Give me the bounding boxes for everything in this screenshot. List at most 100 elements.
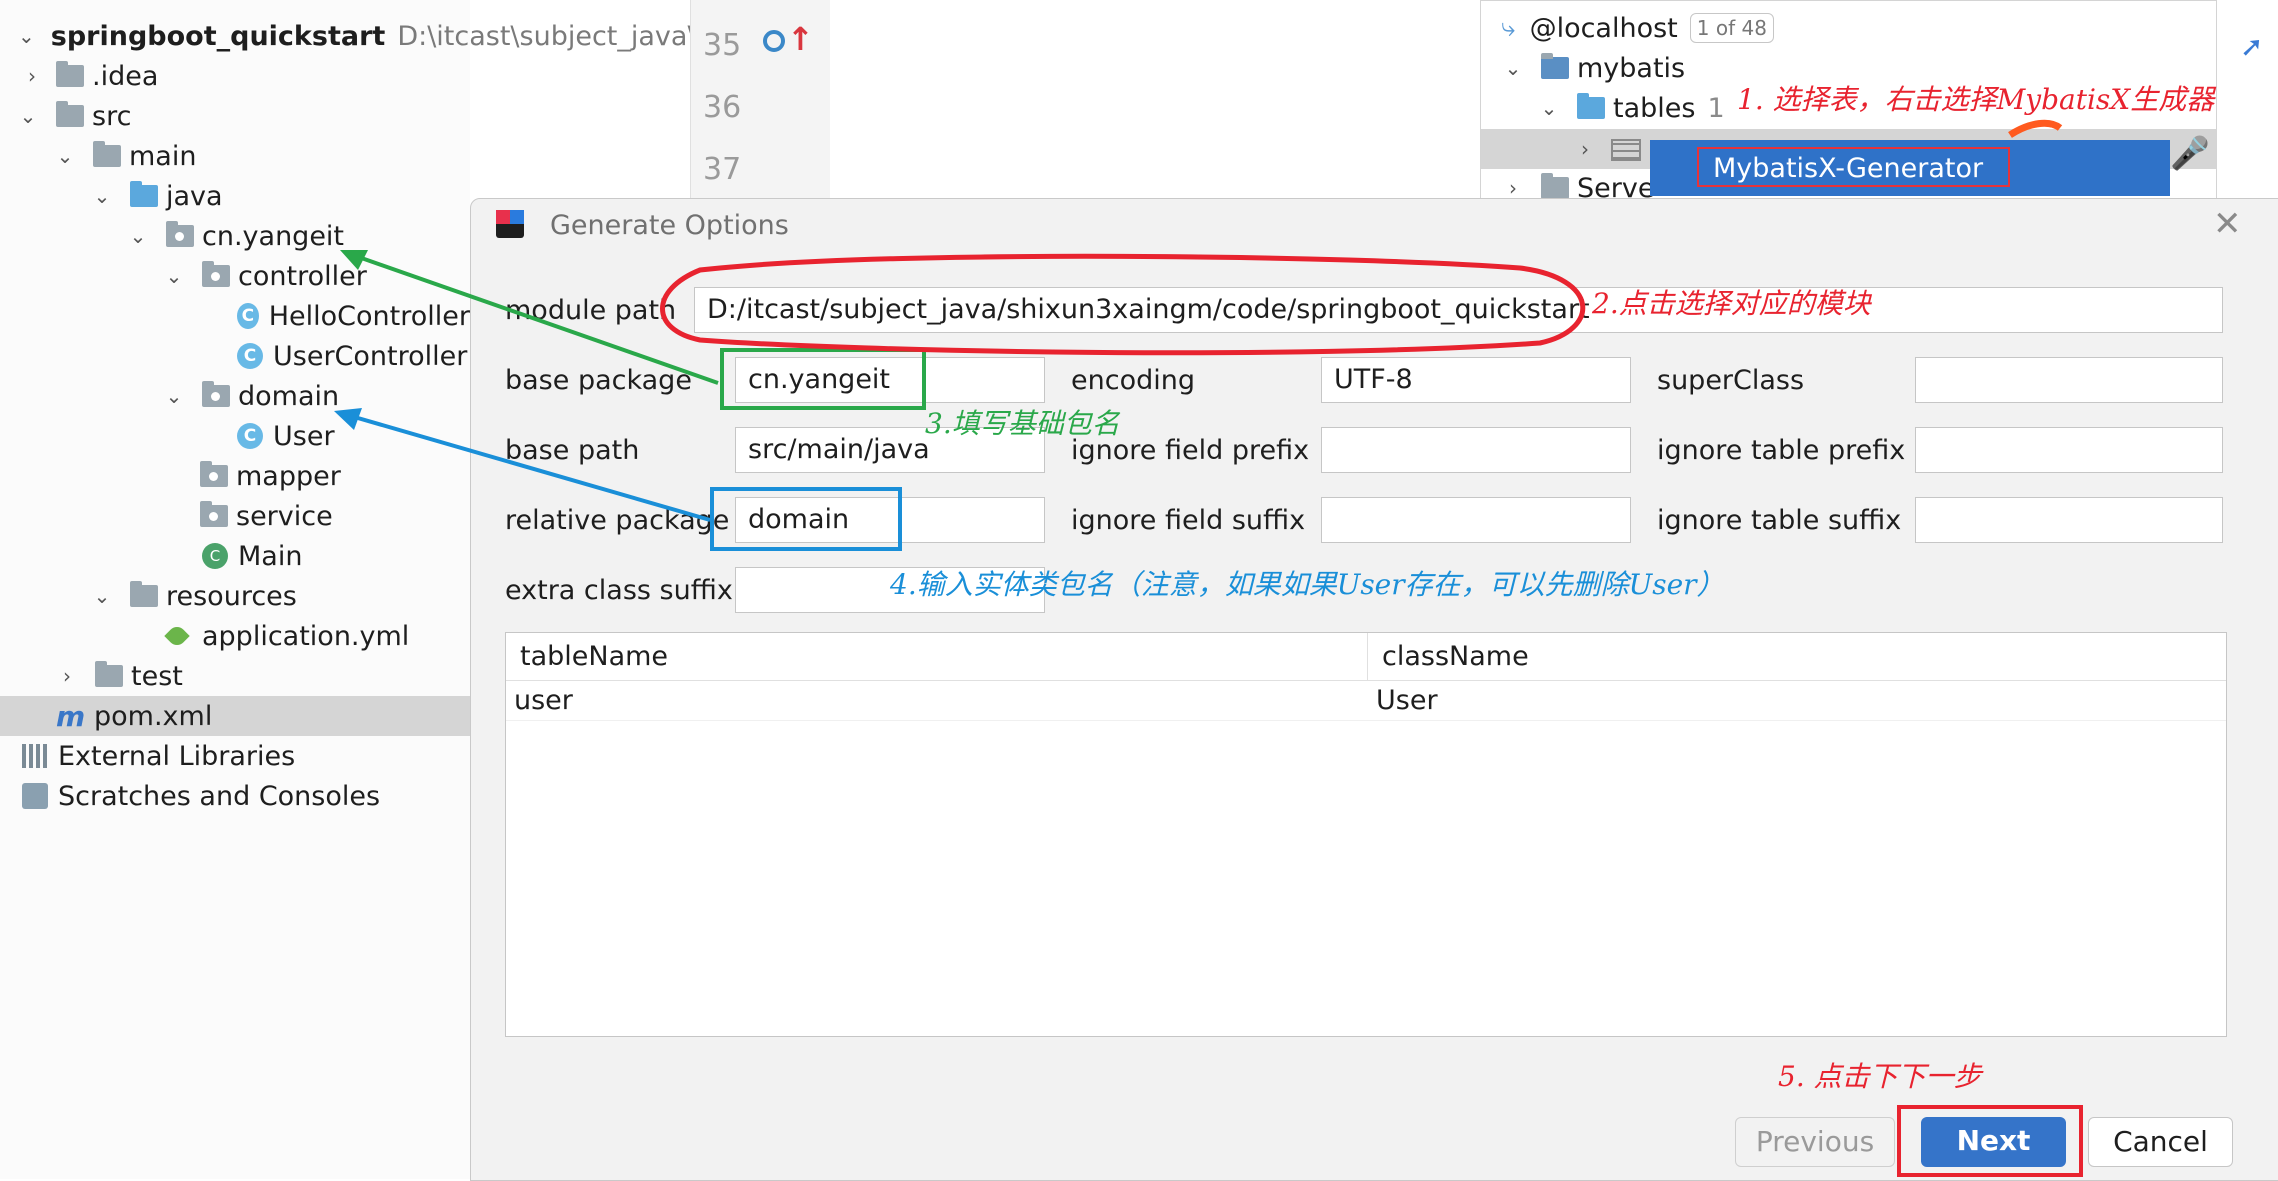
tree-item-controller[interactable]: ⌄ controller (0, 256, 470, 296)
tree-item-test[interactable]: › test (0, 656, 470, 696)
table-icon (1611, 139, 1641, 161)
class-icon: C (237, 343, 263, 369)
tree-item-idea[interactable]: › .idea (0, 56, 470, 96)
tree-item-resources[interactable]: ⌄ resources (0, 576, 470, 616)
table-mapping-grid[interactable]: tableName className user User (505, 632, 2227, 1037)
tree-item-cn-yangeit[interactable]: ⌄ cn.yangeit (0, 216, 470, 256)
tree-item-service[interactable]: service (0, 496, 470, 536)
relative-package-highlight-box (710, 487, 902, 551)
ignore-field-suffix-field[interactable] (1321, 497, 1631, 543)
cancel-button[interactable]: Cancel (2088, 1117, 2233, 1167)
tree-item-domain[interactable]: ⌄ domain (0, 376, 470, 416)
tree-item-label: main (129, 140, 197, 172)
db-host-row[interactable]: ⤷ @localhost 1 of 48 (1501, 9, 1774, 47)
tree-item-label: service (236, 500, 333, 532)
tree-item-main[interactable]: ⌄ main (0, 136, 470, 176)
library-icon (22, 744, 48, 768)
annotation-step4: 4.输入实体类包名（注意，如果如果User存在，可以先删除User） (890, 568, 1725, 601)
tree-item-label: Scratches and Consoles (58, 780, 381, 812)
microphone-icon[interactable]: 🎤 (2170, 134, 2210, 172)
db-schema-label: mybatis (1577, 52, 1686, 84)
implements-gutter-icon[interactable] (763, 30, 785, 52)
encoding-field[interactable]: UTF-8 (1321, 357, 1631, 403)
db-tables-row[interactable]: ⌄ tables 1 (1539, 89, 1725, 127)
override-arrow-icon[interactable]: ↑ (787, 20, 814, 58)
chevron-right-icon[interactable]: › (1575, 135, 1595, 163)
tree-item-java[interactable]: ⌄ java (0, 176, 470, 216)
tree-item-application-yml[interactable]: application.yml (0, 616, 470, 656)
base-path-label: base path (505, 435, 640, 466)
chevron-down-icon[interactable]: ⌄ (18, 22, 35, 50)
resources-folder-icon (130, 581, 158, 607)
chevron-right-icon[interactable]: › (57, 662, 77, 690)
scratches-icon (22, 783, 48, 809)
close-icon[interactable]: ✕ (2213, 204, 2242, 244)
tree-item-hellocontroller[interactable]: C HelloController (0, 296, 470, 336)
previous-button[interactable]: Previous (1735, 1117, 1895, 1167)
tree-item-label: cn.yangeit (202, 220, 345, 252)
chevron-down-icon[interactable]: ⌄ (92, 582, 112, 610)
tree-item-src[interactable]: ⌄ src (0, 96, 470, 136)
project-panel: ⌄ springboot_quickstart D:\itcast\subjec… (0, 0, 768, 1179)
pin-icon[interactable]: ➚ (2240, 30, 2263, 63)
ignore-table-prefix-label: ignore table prefix (1657, 435, 1906, 466)
db-tables-count: 1 (1707, 92, 1725, 124)
extra-class-suffix-label: extra class suffix (505, 575, 733, 606)
column-header-classname[interactable]: className (1368, 633, 2226, 681)
base-package-label: base package (505, 365, 692, 396)
editor-area[interactable] (830, 0, 1480, 200)
folder-icon (56, 101, 84, 127)
ignore-table-suffix-label: ignore table suffix (1657, 505, 1902, 536)
table-cell-classname[interactable]: User (1368, 681, 2226, 721)
annotation-step3: 3.填写基础包名 (925, 407, 1120, 440)
line-number: 35 (703, 28, 742, 63)
tree-item-external-libraries[interactable]: External Libraries (0, 736, 470, 776)
tree-item-pom-xml[interactable]: m pom.xml (0, 696, 470, 736)
line-number: 37 (703, 152, 742, 187)
dialog-title: Generate Options (550, 210, 789, 241)
tree-item-label: test (131, 660, 183, 692)
column-header-tablename[interactable]: tableName (506, 633, 1368, 681)
tree-item-label: application.yml (202, 620, 410, 652)
chevron-down-icon[interactable]: ⌄ (92, 182, 112, 210)
tree-item-user[interactable]: C User (0, 416, 470, 456)
tree-item-label: mapper (236, 460, 341, 492)
ignore-table-prefix-field[interactable] (1915, 427, 2223, 473)
class-icon: C (237, 303, 259, 329)
db-schema-row[interactable]: ⌄ mybatis (1503, 49, 1686, 87)
package-icon (202, 381, 230, 407)
tree-item-mapper[interactable]: mapper (0, 456, 470, 496)
main-class-icon: C (202, 543, 228, 569)
annotation-step5: 5. 点击下下一步 (1778, 1060, 1982, 1093)
tree-item-main-class[interactable]: C Main (0, 536, 470, 576)
base-package-highlight-box (720, 348, 926, 410)
tree-item-usercontroller[interactable]: C UserController (0, 336, 470, 376)
servers-icon (1541, 173, 1569, 199)
maven-icon: m (56, 699, 86, 733)
chevron-down-icon[interactable]: ⌄ (55, 142, 75, 170)
tree-item-label: controller (238, 260, 367, 292)
chevron-right-icon[interactable]: › (22, 62, 42, 90)
tables-folder-icon (1577, 93, 1605, 119)
chevron-down-icon[interactable]: ⌄ (1503, 54, 1523, 82)
ignore-field-prefix-field[interactable] (1321, 427, 1631, 473)
ignore-field-suffix-label: ignore field suffix (1071, 505, 1306, 536)
module-path-field[interactable]: D:/itcast/subject_java/shixun3xaingm/cod… (694, 287, 2223, 333)
tree-item-scratches[interactable]: Scratches and Consoles (0, 776, 470, 816)
tree-item-label: src (92, 100, 132, 132)
folder-icon (95, 661, 123, 687)
chevron-down-icon[interactable]: ⌄ (164, 382, 184, 410)
ignore-table-suffix-field[interactable] (1915, 497, 2223, 543)
menu-item-mybatisx-generator[interactable]: MybatisX-Generator (1697, 147, 2010, 187)
table-cell-tablename[interactable]: user (506, 681, 1368, 721)
tree-item-label: java (166, 180, 223, 212)
chevron-down-icon[interactable]: ⌄ (18, 102, 38, 130)
chevron-down-icon[interactable]: ⌄ (1539, 94, 1559, 122)
tree-item-label: HelloController (268, 300, 470, 332)
tree-module-root[interactable]: ⌄ springboot_quickstart D:\itcast\subjec… (0, 16, 768, 56)
superclass-field[interactable] (1915, 357, 2223, 403)
chevron-down-icon[interactable]: ⌄ (164, 262, 184, 290)
folder-icon (56, 61, 84, 87)
chevron-down-icon[interactable]: ⌄ (128, 222, 148, 250)
schema-icon (1541, 53, 1569, 79)
